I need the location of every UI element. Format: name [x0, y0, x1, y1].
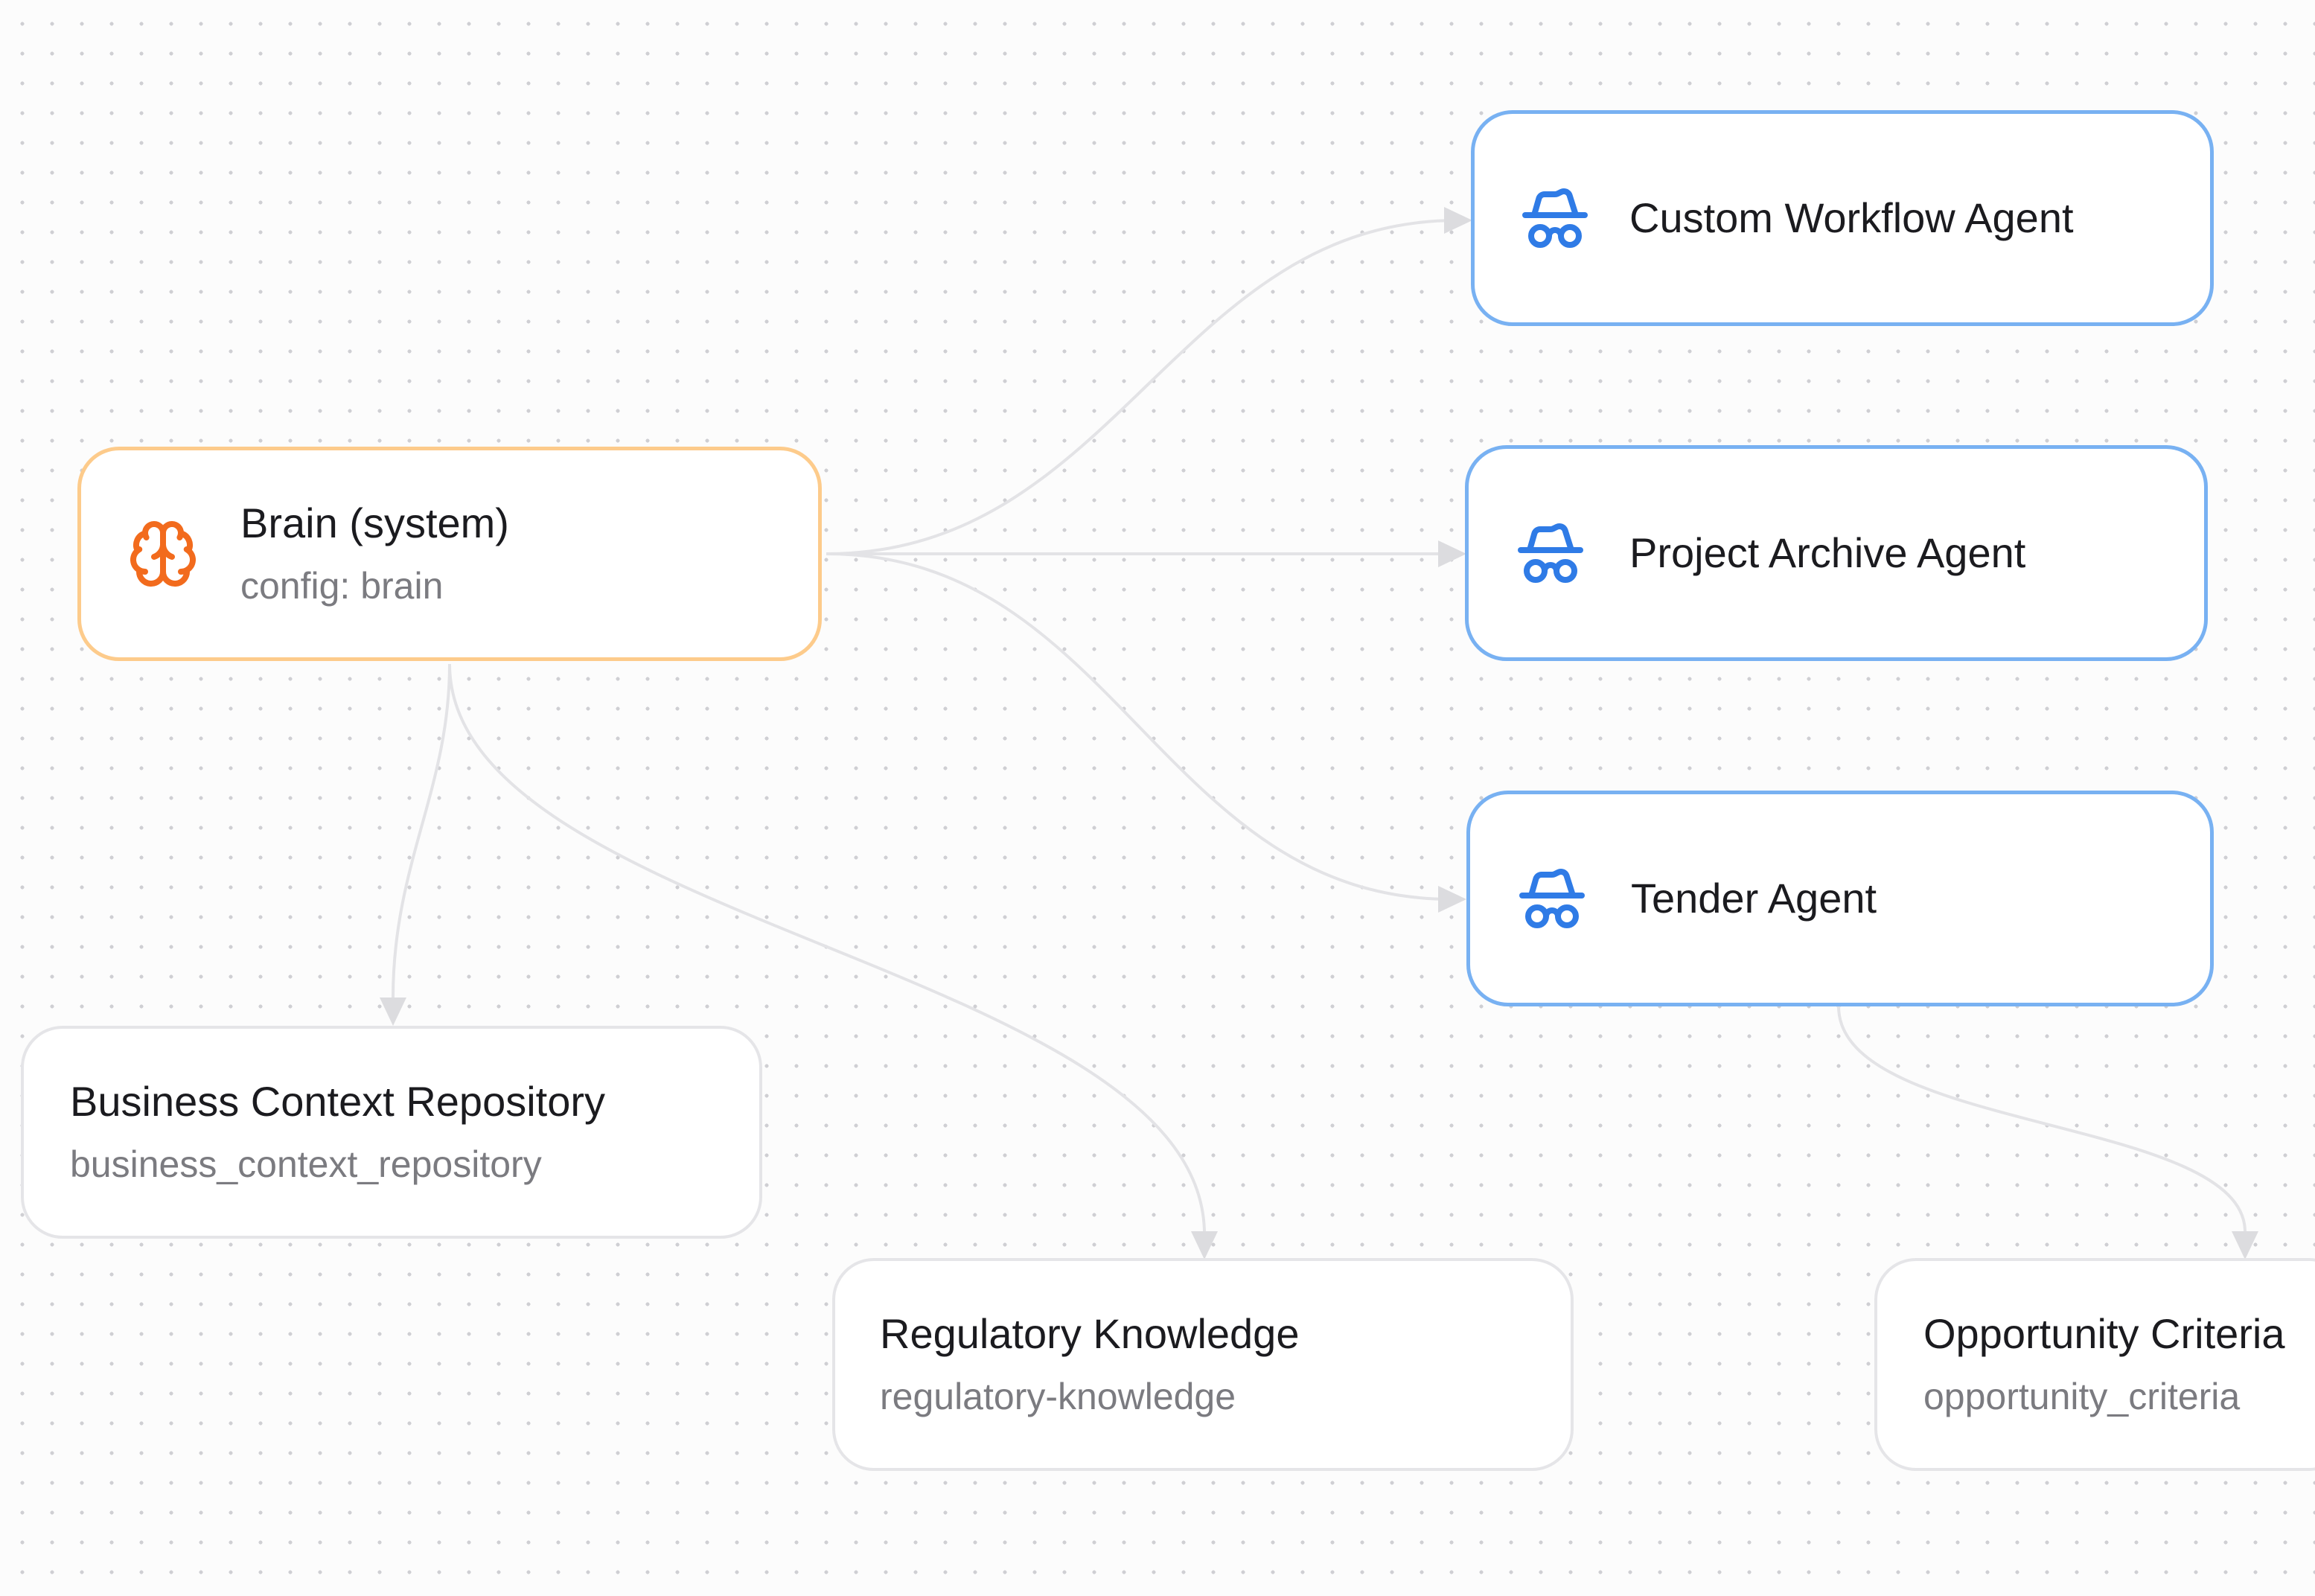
arrowhead-business-context-repository	[380, 998, 406, 1026]
node-title: Business Context Repository	[70, 1078, 606, 1125]
node-tender-agent[interactable]: Tender Agent	[1466, 791, 2214, 1006]
node-subtitle: opportunity_criteria	[1923, 1376, 2241, 1417]
agent-icon	[1519, 182, 1591, 254]
arrowhead-regulatory-knowledge	[1191, 1231, 1218, 1260]
node-title: Custom Workflow Agent	[1629, 194, 2074, 241]
node-brain-system[interactable]: Brain (system) config: brain	[77, 447, 822, 661]
node-title: Brain (system)	[240, 499, 509, 546]
edge-brain-to-tender-agent	[826, 552, 1452, 901]
flow-canvas[interactable]: Brain (system) config: brain Custom Work…	[0, 0, 2315, 1596]
edge-tender-agent-to-opportunity-criteria	[1837, 1006, 2247, 1232]
node-title: Tender Agent	[1631, 875, 1877, 922]
edge-brain-to-custom-workflow-agent	[826, 219, 1458, 555]
node-regulatory-knowledge[interactable]: Regulatory Knowledge regulatory-knowledg…	[832, 1258, 1574, 1471]
node-subtitle: config: brain	[240, 565, 444, 607]
node-title: Opportunity Criteria	[1923, 1310, 2285, 1357]
agent-icon	[1516, 863, 1588, 934]
node-custom-workflow-agent[interactable]: Custom Workflow Agent	[1471, 110, 2214, 326]
node-title: Project Archive Agent	[1629, 529, 2026, 576]
arrowhead-custom-workflow-agent	[1444, 207, 1472, 234]
node-subtitle: business_context_repository	[70, 1143, 542, 1185]
node-business-context-repository[interactable]: Business Context Repository business_con…	[21, 1026, 762, 1239]
edge-brain-to-business-context-repository	[392, 663, 451, 998]
node-project-archive-agent[interactable]: Project Archive Agent	[1465, 445, 2208, 661]
brain-icon	[127, 518, 199, 590]
node-title: Regulatory Knowledge	[880, 1310, 1300, 1357]
arrowhead-tender-agent	[1438, 886, 1466, 913]
node-subtitle: regulatory-knowledge	[880, 1376, 1236, 1417]
arrowhead-project-archive-agent	[1438, 540, 1466, 567]
agent-icon	[1515, 517, 1586, 589]
arrowhead-opportunity-criteria	[2232, 1231, 2258, 1260]
node-opportunity-criteria[interactable]: Opportunity Criteria opportunity_criteri…	[1874, 1258, 2315, 1471]
